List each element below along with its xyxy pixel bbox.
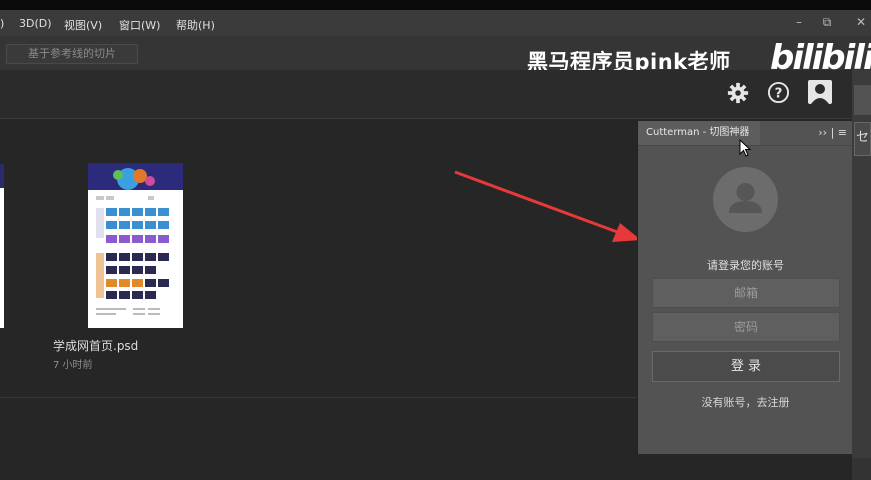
cutterman-panel: Cutterman - 切图神器 ›› | ≡ 请登录您的账号 邮箱 密码 登 … — [637, 121, 853, 454]
register-link[interactable]: 没有账号，去注册 — [638, 394, 853, 410]
login-button[interactable]: 登 录 — [652, 351, 840, 382]
right-panel-bottom — [852, 458, 871, 480]
mouse-cursor-icon — [739, 139, 752, 157]
right-panel-tool[interactable] — [854, 85, 871, 115]
user-avatar-placeholder — [713, 167, 778, 232]
user-icon — [729, 183, 762, 213]
email-field[interactable]: 邮箱 — [652, 278, 840, 308]
login-title: 请登录您的账号 — [707, 259, 784, 272]
right-panel-tool-2[interactable]: セ — [854, 122, 871, 156]
password-field[interactable]: 密码 — [652, 312, 840, 342]
panel-menu-icon[interactable]: ›› | ≡ — [818, 126, 847, 139]
